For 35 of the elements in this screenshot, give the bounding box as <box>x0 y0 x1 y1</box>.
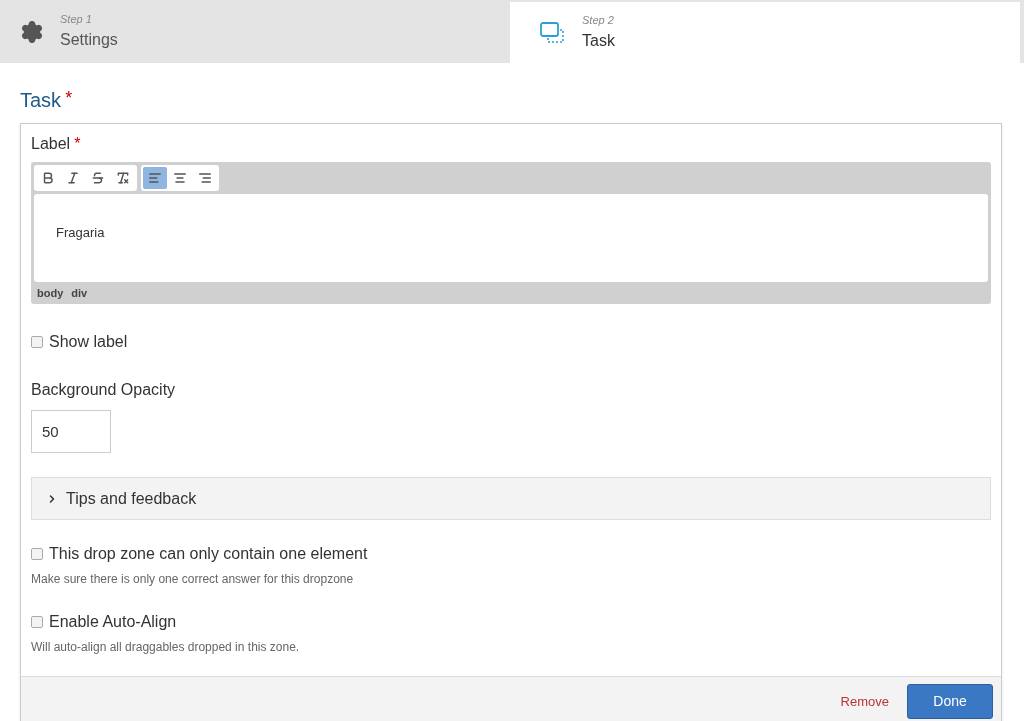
field-label: Background Opacity <box>31 380 177 400</box>
step-label: Settings <box>60 29 118 50</box>
editor-area[interactable]: Fragaria <box>34 194 988 282</box>
element-path-item[interactable]: div <box>71 284 88 302</box>
checkbox[interactable] <box>31 616 43 628</box>
step-number: Step 1 <box>60 12 93 28</box>
opacity-input[interactable]: 50 <box>31 410 111 453</box>
hint-text: Make sure there is only one correct answer for this dropzone <box>31 571 355 588</box>
checkbox[interactable] <box>31 548 43 560</box>
align-right-icon <box>198 171 212 185</box>
step-tab[interactable]: Step 1 Settings <box>0 0 510 63</box>
required-mark: * <box>65 87 73 110</box>
clear-icon <box>116 171 130 185</box>
align-left-icon <box>148 171 162 185</box>
required-mark: * <box>74 134 81 154</box>
tips-accordion[interactable]: Tips and feedback <box>31 477 991 520</box>
checkbox-label: Show label <box>49 332 128 352</box>
checkbox-label: This drop zone can only contain one element <box>49 544 368 564</box>
strike-icon <box>91 171 105 185</box>
editor-text: Fragaria <box>56 225 105 240</box>
align-center-icon <box>173 171 187 185</box>
done-button[interactable]: Done <box>907 684 993 719</box>
field-label: Label <box>31 134 71 154</box>
step-tab[interactable]: Step 2 Task <box>510 2 1020 63</box>
remove-link[interactable]: Remove <box>840 691 889 712</box>
bold-icon <box>41 171 55 185</box>
step-number: Step 2 <box>582 13 615 29</box>
element-path-item[interactable]: body <box>37 284 64 302</box>
checkbox-label: Enable Auto-Align <box>49 612 177 632</box>
italic-icon <box>66 171 80 185</box>
overlapping-screens-icon <box>540 20 566 45</box>
hint-text: Will auto-align all draggables dropped in this zone. <box>31 639 301 656</box>
checkbox[interactable] <box>31 336 43 348</box>
section-title: Task <box>20 88 62 113</box>
step-label: Task <box>582 30 615 51</box>
